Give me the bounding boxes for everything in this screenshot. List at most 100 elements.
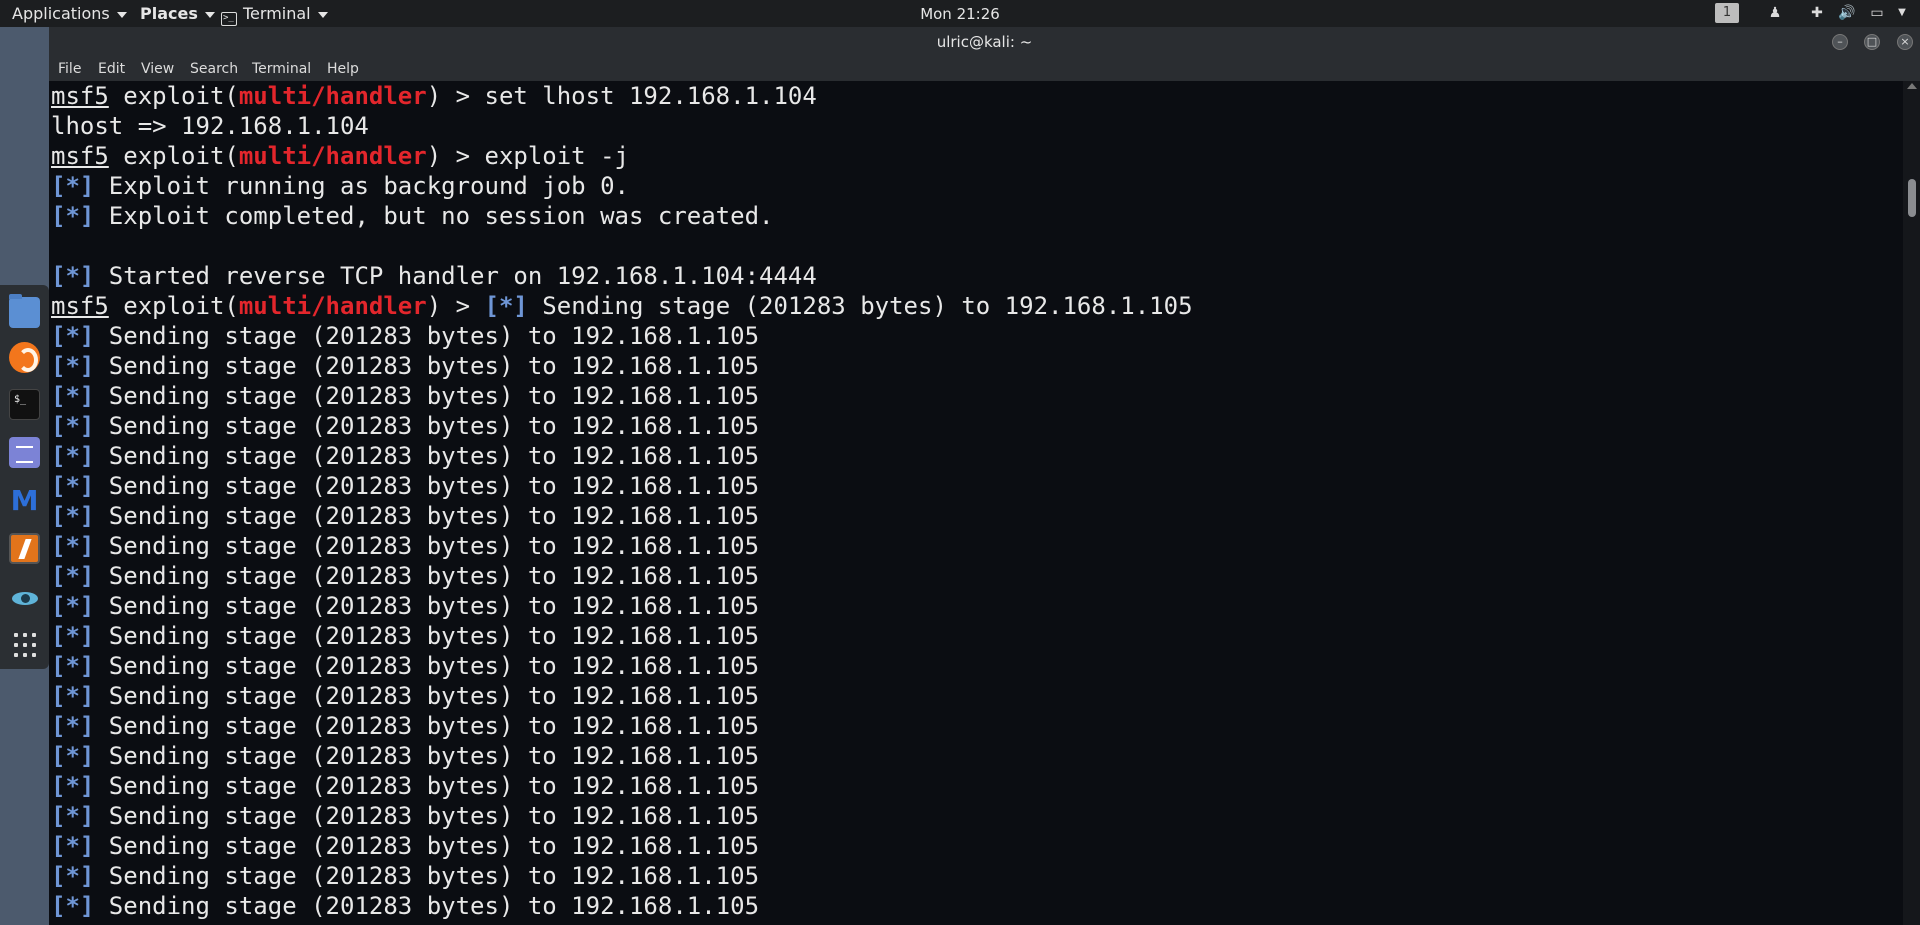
terminal-output[interactable]: msf5 exploit(multi/handler) > set lhost … (49, 81, 1903, 925)
menu-search[interactable]: Search (190, 61, 238, 77)
people-icon[interactable]: ♟ (1765, 4, 1785, 22)
dock: $_ M (0, 285, 49, 669)
info-marker: [*] (51, 682, 95, 710)
burpsuite-icon[interactable] (9, 533, 40, 564)
prompt-module: multi/handler (238, 292, 427, 320)
output-text: Sending stage (201283 bytes) to 192.168.… (94, 322, 760, 350)
minimize-button[interactable]: – (1832, 34, 1848, 50)
terminal-line: [*] Sending stage (201283 bytes) to 192.… (49, 921, 1903, 925)
terminal-window: ulric@kali: ~ – □ × File Edit View Searc… (49, 27, 1920, 925)
notes-icon[interactable] (9, 437, 40, 468)
terminal-line: [*] Sending stage (201283 bytes) to 192.… (49, 801, 1903, 831)
volume-icon[interactable]: 🔊 (1837, 4, 1857, 22)
info-marker: [*] (51, 382, 95, 410)
close-button[interactable]: × (1897, 34, 1913, 50)
info-marker: [*] (51, 172, 95, 200)
menu-file[interactable]: File (58, 61, 81, 77)
terminal-lines: msf5 exploit(multi/handler) > set lhost … (49, 81, 1903, 925)
apps-grid-icon[interactable] (9, 627, 40, 658)
terminal-line: [*] Sending stage (201283 bytes) to 192.… (49, 681, 1903, 711)
firefox-icon[interactable] (9, 342, 40, 373)
scroll-thumb[interactable] (1908, 179, 1916, 217)
terminal-line: [*] Sending stage (201283 bytes) to 192.… (49, 711, 1903, 741)
terminal-line: msf5 exploit(multi/handler) > set lhost … (49, 81, 1903, 111)
chevron-down-icon[interactable]: ▼ (1892, 4, 1912, 22)
menu-help[interactable]: Help (327, 61, 359, 77)
terminal-line: [*] Sending stage (201283 bytes) to 192.… (49, 561, 1903, 591)
output-text: Sending stage (201283 bytes) to 192.168.… (94, 712, 760, 740)
info-marker: [*] (51, 562, 95, 590)
terminal-line: [*] Sending stage (201283 bytes) to 192.… (49, 861, 1903, 891)
terminal-line: msf5 exploit(multi/handler) > [*] Sendin… (49, 291, 1903, 321)
info-marker: [*] (51, 352, 95, 380)
info-marker: [*] (51, 712, 95, 740)
output-text: Sending stage (201283 bytes) to 192.168.… (94, 682, 760, 710)
info-marker: [*] (51, 472, 95, 500)
output-text: Sending stage (201283 bytes) to 192.168.… (94, 742, 760, 770)
metasploit-icon[interactable]: M (9, 485, 40, 516)
terminal-line: msf5 exploit(multi/handler) > exploit -j (49, 141, 1903, 171)
output-text: Sending stage (201283 bytes) to 192.168.… (94, 592, 760, 620)
command-text: > set lhost 192.168.1.104 (441, 82, 817, 110)
output-text: Sending stage (201283 bytes) to 192.168.… (94, 412, 760, 440)
menu-terminal[interactable]: Terminal (252, 61, 311, 77)
clock[interactable]: Mon 21:26 (0, 4, 1920, 24)
output-text: Sending stage (201283 bytes) to 192.168.… (94, 382, 760, 410)
workspace-indicator[interactable]: 1 (1715, 3, 1739, 23)
scrollbar[interactable] (1903, 81, 1920, 925)
output-text: Exploit completed, but no session was cr… (94, 202, 774, 230)
eye-icon[interactable] (9, 583, 40, 614)
terminal-line: [*] Sending stage (201283 bytes) to 192.… (49, 411, 1903, 441)
terminal-line: [*] Exploit completed, but no session wa… (49, 201, 1903, 231)
terminal-line: [*] Sending stage (201283 bytes) to 192.… (49, 831, 1903, 861)
info-marker: [*] (51, 412, 95, 440)
info-marker: [*] (51, 832, 95, 860)
battery-icon[interactable]: ▭ (1867, 4, 1887, 22)
title-bar[interactable]: ulric@kali: ~ – □ × (49, 27, 1920, 57)
info-marker: [*] (51, 802, 95, 830)
prompt-exploit-word: exploit( (108, 82, 239, 110)
prompt-label: msf5 (51, 292, 109, 320)
output-text: Sending stage (201283 bytes) to 192.168.… (94, 562, 760, 590)
terminal-line: [*] Sending stage (201283 bytes) to 192.… (49, 741, 1903, 771)
info-marker: [*] (51, 322, 95, 350)
info-marker: [*] (51, 652, 95, 680)
terminal-line: [*] Sending stage (201283 bytes) to 192.… (49, 891, 1903, 921)
terminal-line: lhost => 192.168.1.104 (49, 111, 1903, 141)
window-title: ulric@kali: ~ (936, 33, 1033, 51)
prompt-module: multi/handler (238, 142, 427, 170)
menu-view[interactable]: View (141, 61, 174, 77)
output-text: Sending stage (201283 bytes) to 192.168.… (527, 292, 1193, 320)
terminal-line: [*] Sending stage (201283 bytes) to 192.… (49, 321, 1903, 351)
prompt-close-paren: ) (426, 142, 442, 170)
prompt-module: multi/handler (238, 82, 427, 110)
terminal-icon[interactable]: $_ (9, 389, 40, 420)
output-text: Started reverse TCP handler on 192.168.1… (94, 262, 817, 290)
output-text: Sending stage (201283 bytes) to 192.168.… (94, 532, 760, 560)
network-icon[interactable]: ✚ (1807, 4, 1827, 22)
maximize-button[interactable]: □ (1864, 34, 1880, 50)
output-text: Sending stage (201283 bytes) to 192.168.… (94, 502, 760, 530)
output-text: Sending stage (201283 bytes) to 192.168.… (94, 352, 760, 380)
files-icon[interactable] (9, 294, 40, 328)
prompt-label: msf5 (51, 142, 109, 170)
output-text: Sending stage (201283 bytes) to 192.168.… (94, 622, 760, 650)
prompt-label: msf5 (51, 82, 109, 110)
output-text: lhost => 192.168.1.104 (51, 112, 369, 140)
terminal-line: [*] Exploit running as background job 0. (49, 171, 1903, 201)
output-text: Sending stage (201283 bytes) to 192.168.… (94, 892, 760, 920)
terminal-line: [*] Started reverse TCP handler on 192.1… (49, 261, 1903, 291)
info-marker: [*] (51, 892, 95, 920)
menu-edit[interactable]: Edit (98, 61, 125, 77)
info-marker: [*] (51, 622, 95, 650)
info-marker: [*] (51, 592, 95, 620)
terminal-line: [*] Sending stage (201283 bytes) to 192.… (49, 501, 1903, 531)
info-marker: [*] (51, 202, 95, 230)
scroll-up-arrow[interactable] (1907, 83, 1917, 89)
info-marker: [*] (51, 502, 95, 530)
terminal-line: [*] Sending stage (201283 bytes) to 192.… (49, 621, 1903, 651)
output-text: Sending stage (201283 bytes) to 192.168.… (94, 862, 760, 890)
terminal-line: [*] Sending stage (201283 bytes) to 192.… (49, 351, 1903, 381)
output-text: Sending stage (201283 bytes) to 192.168.… (94, 442, 760, 470)
